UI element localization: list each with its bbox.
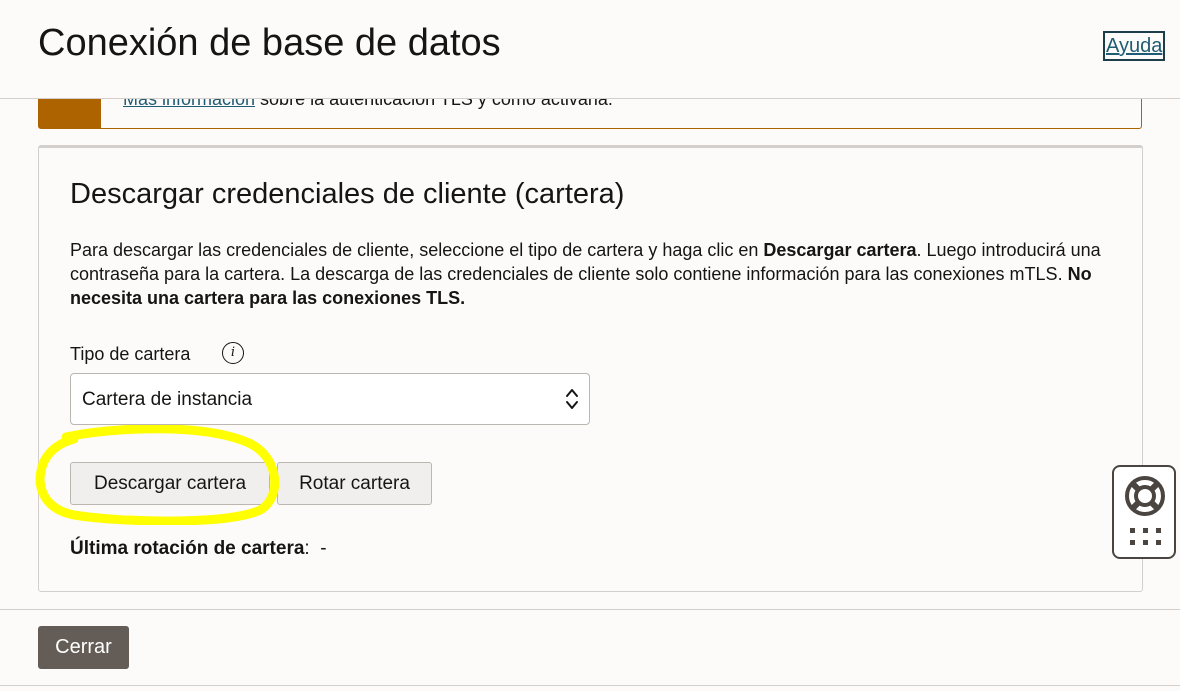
- chevron-up-down-icon: [566, 389, 578, 409]
- last-rotation-colon: :: [304, 538, 321, 559]
- wallet-type-value: Cartera de instancia: [82, 389, 253, 410]
- download-wallet-button[interactable]: Descargar cartera: [70, 462, 270, 505]
- wallet-type-label: Tipo de cartera: [70, 344, 191, 364]
- rotate-wallet-button[interactable]: Rotar cartera: [277, 462, 432, 505]
- desc-part1: Para descargar las credenciales de clien…: [70, 240, 764, 260]
- download-credentials-card: Descargar credenciales de cliente (carte…: [38, 145, 1143, 592]
- help-link[interactable]: Ayuda: [1103, 31, 1166, 61]
- close-button[interactable]: Cerrar: [38, 626, 129, 669]
- card-title: Descargar credenciales de cliente (carte…: [70, 178, 625, 210]
- wallet-type-select[interactable]: Cartera de instancia: [70, 373, 590, 425]
- last-rotation-value: -: [320, 538, 327, 559]
- dialog-header: Conexión de base de datos Ayuda: [0, 0, 1180, 99]
- tls-notice: Más información sobre la autenticación T…: [38, 98, 1142, 129]
- apps-grid-icon: [1130, 528, 1161, 545]
- database-connection-dialog: Más información sobre la autenticación T…: [0, 0, 1180, 691]
- notice-text: Más información sobre la autenticación T…: [123, 98, 613, 110]
- info-icon[interactable]: i: [222, 342, 244, 364]
- dialog-body[interactable]: Más información sobre la autenticación T…: [0, 98, 1180, 609]
- footer-divider: [0, 685, 1180, 691]
- dialog-footer: Cerrar: [0, 609, 1180, 686]
- page-title: Conexión de base de datos: [38, 22, 501, 64]
- last-rotation: Última rotación de cartera: -: [70, 538, 327, 560]
- last-rotation-label: Última rotación de cartera: [70, 538, 305, 559]
- card-description: Para descargar las credenciales de clien…: [70, 238, 1110, 310]
- notice-body: sobre la autenticación TLS y cómo activa…: [255, 98, 613, 109]
- desc-bold1: Descargar cartera: [763, 240, 917, 260]
- lifebuoy-icon: [1125, 476, 1165, 516]
- notice-accent-bar: [39, 98, 101, 128]
- more-info-link[interactable]: Más información: [123, 98, 255, 109]
- help-widget[interactable]: [1112, 465, 1176, 559]
